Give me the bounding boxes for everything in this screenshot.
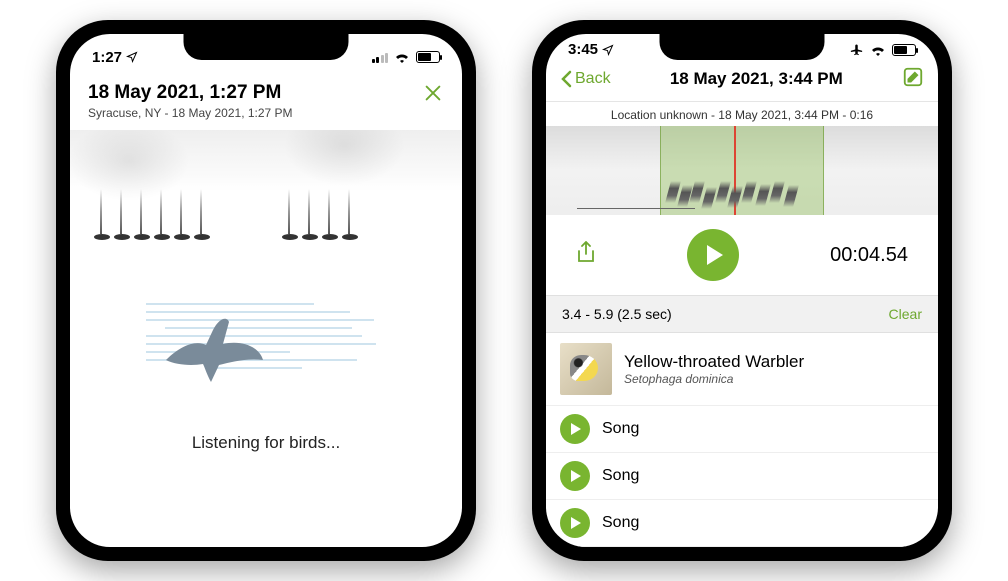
song-item[interactable]: Song	[546, 500, 938, 547]
battery-icon	[416, 51, 440, 63]
play-icon	[704, 243, 726, 267]
notch	[660, 34, 825, 60]
wifi-icon	[394, 51, 410, 63]
edit-button[interactable]	[902, 66, 924, 93]
status-time: 1:27	[92, 49, 122, 66]
bird-silhouette-icon	[151, 310, 271, 400]
recording-meta: Location unknown - 18 May 2021, 3:44 PM …	[546, 102, 938, 126]
status-time-group: 3:45	[568, 41, 614, 58]
song-label: Song	[602, 420, 639, 438]
screen-right: 3:45 Back 18 May 2021, 3:44 PM Location …	[546, 34, 938, 547]
edit-icon	[902, 66, 924, 88]
play-icon	[570, 516, 582, 530]
back-label: Back	[575, 70, 611, 88]
play-icon	[570, 422, 582, 436]
listening-status: Listening for birds...	[192, 433, 340, 453]
battery-icon	[892, 44, 916, 56]
header-title: 18 May 2021, 1:27 PM	[88, 82, 293, 104]
play-icon	[570, 469, 582, 483]
song-label: Song	[602, 467, 639, 485]
status-right	[849, 42, 916, 57]
share-icon	[576, 241, 596, 265]
play-small-button[interactable]	[560, 461, 590, 491]
spectrogram-live	[70, 130, 462, 285]
back-button[interactable]: Back	[560, 70, 611, 88]
song-item[interactable]: Song	[546, 406, 938, 453]
share-button[interactable]	[576, 241, 596, 270]
play-small-button[interactable]	[560, 508, 590, 538]
song-label: Song	[602, 514, 639, 532]
notch	[184, 34, 349, 60]
species-row[interactable]: Yellow-throated Warbler Setophaga domini…	[546, 333, 938, 406]
close-button[interactable]	[422, 82, 444, 109]
listening-illustration: Listening for birds...	[70, 285, 462, 547]
close-icon	[422, 82, 444, 104]
nav-title: 18 May 2021, 3:44 PM	[670, 69, 843, 89]
phone-left: 1:27 18 May 2021, 1:27 PM Syracuse, NY -…	[56, 20, 476, 561]
airplane-mode-icon	[849, 42, 864, 57]
phone-right: 3:45 Back 18 May 2021, 3:44 PM Location …	[532, 20, 952, 561]
play-button[interactable]	[687, 229, 739, 281]
clear-selection-button[interactable]: Clear	[889, 306, 922, 322]
timeline-track	[577, 208, 695, 209]
status-time-group: 1:27	[92, 49, 138, 66]
species-common-name: Yellow-throated Warbler	[624, 352, 804, 372]
play-small-button[interactable]	[560, 414, 590, 444]
playback-controls: 00:04.54	[546, 215, 938, 295]
status-right	[372, 51, 441, 63]
timecode: 00:04.54	[830, 244, 908, 267]
recording-header: 18 May 2021, 1:27 PM Syracuse, NY - 18 M…	[70, 74, 462, 130]
nav-bar: Back 18 May 2021, 3:44 PM	[546, 60, 938, 102]
header-subtitle: Syracuse, NY - 18 May 2021, 1:27 PM	[88, 106, 293, 120]
species-thumbnail	[560, 343, 612, 395]
sky-graphic	[146, 295, 386, 405]
wifi-icon	[870, 44, 886, 56]
selection-bar: 3.4 - 5.9 (2.5 sec) Clear	[546, 295, 938, 333]
selection-range: 3.4 - 5.9 (2.5 sec)	[562, 306, 672, 322]
spectrogram-playback[interactable]	[546, 126, 938, 215]
chevron-left-icon	[560, 70, 572, 88]
location-arrow-icon	[602, 44, 614, 56]
song-item[interactable]: Song	[546, 453, 938, 500]
species-scientific-name: Setophaga dominica	[624, 372, 804, 386]
status-time: 3:45	[568, 41, 598, 58]
screen-left: 1:27 18 May 2021, 1:27 PM Syracuse, NY -…	[70, 34, 462, 547]
location-arrow-icon	[126, 51, 138, 63]
signal-icon	[372, 52, 389, 63]
